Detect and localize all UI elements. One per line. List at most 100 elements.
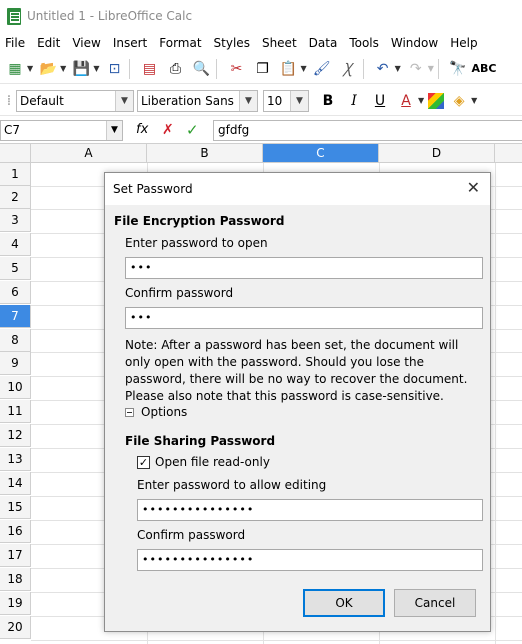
options-expander[interactable]: Options [125, 405, 187, 419]
find-replace-icon[interactable]: 🔭 [447, 58, 469, 80]
export-pdf-icon[interactable]: ▤ [138, 58, 160, 80]
name-box[interactable]: C7 ▼ [0, 120, 123, 141]
ok-button[interactable]: OK [303, 589, 385, 617]
cut-icon[interactable]: ✂ [225, 58, 247, 80]
paste-dropdown-icon[interactable]: ▼ [300, 64, 306, 73]
cancel-button[interactable]: Cancel [394, 589, 476, 617]
menu-view[interactable]: View [66, 36, 106, 50]
paragraph-style-value: Default [20, 93, 64, 108]
menu-edit[interactable]: Edit [31, 36, 66, 50]
menu-sheet[interactable]: Sheet [256, 36, 303, 50]
encryption-section-heading: File Encryption Password [114, 214, 285, 228]
row-header[interactable]: 6 [0, 281, 31, 304]
print-preview-icon[interactable]: 🔍 [190, 58, 212, 80]
column-header-c[interactable]: C [263, 144, 379, 163]
italic-icon[interactable]: I [343, 90, 365, 112]
calc-app-icon [7, 7, 21, 25]
grid-line [495, 163, 496, 644]
undo-dropdown-icon[interactable]: ▼ [395, 64, 401, 73]
column-header-d[interactable]: D [379, 144, 495, 163]
new-dropdown-icon[interactable]: ▼ [27, 64, 33, 73]
row-header[interactable]: 2 [0, 186, 31, 209]
function-wizard-icon[interactable]: fx [136, 122, 148, 137]
row-header[interactable]: 12 [0, 424, 31, 447]
row-header[interactable]: 14 [0, 472, 31, 495]
row-header[interactable]: 11 [0, 400, 31, 423]
row-header[interactable]: 9 [0, 352, 31, 375]
dialog-title: Set Password [113, 182, 193, 196]
row-header[interactable]: 20 [0, 616, 31, 639]
menu-window[interactable]: Window [385, 36, 444, 50]
collapse-icon[interactable] [125, 407, 134, 417]
row-header[interactable]: 10 [0, 376, 31, 399]
edit-confirm-password-field[interactable]: ••••••••••••••• [137, 549, 483, 571]
chevron-down-icon[interactable]: ▼ [290, 90, 308, 111]
copy-icon[interactable]: ❐ [251, 58, 273, 80]
menu-bar: File Edit View Insert Format Styles Shee… [0, 32, 522, 54]
undo-icon[interactable]: ↶ [372, 58, 394, 80]
clear-formatting-icon[interactable]: Ꭓ [337, 58, 359, 80]
paste-icon[interactable]: 📋 [277, 58, 299, 80]
row-header[interactable]: 19 [0, 592, 31, 615]
toolbar-separator [216, 58, 218, 79]
close-icon[interactable]: ✕ [467, 178, 480, 197]
confirm-password-field[interactable]: ••• [125, 307, 483, 329]
save-remote-icon[interactable]: ⊡ [103, 58, 125, 80]
read-only-checkbox[interactable]: ✓ Open file read-only [137, 455, 270, 469]
column-header-a[interactable]: A [31, 144, 147, 163]
paragraph-style-combo[interactable]: Default ▼ [16, 89, 134, 112]
redo-dropdown-icon[interactable]: ▼ [428, 64, 434, 73]
row-header[interactable]: 1 [0, 163, 31, 186]
spelling-icon[interactable]: ABC [471, 58, 496, 80]
font-color-dropdown-icon[interactable]: ▼ [418, 96, 424, 105]
select-all-corner[interactable] [0, 144, 31, 163]
accept-icon[interactable]: ✓ [186, 121, 199, 139]
background-color-icon[interactable]: ◈ [448, 90, 470, 112]
toolbar-separator [129, 58, 131, 79]
font-name-combo[interactable]: Liberation Sans ▼ [137, 89, 258, 112]
enter-password-field[interactable]: ••• [125, 257, 483, 279]
row-header-active[interactable]: 7 [0, 305, 31, 328]
open-folder-icon[interactable]: 📂 [37, 58, 59, 80]
menu-help[interactable]: Help [444, 36, 483, 50]
row-header[interactable]: 13 [0, 448, 31, 471]
open-dropdown-icon[interactable]: ▼ [60, 64, 66, 73]
column-header-b[interactable]: B [147, 144, 263, 163]
row-header[interactable]: 16 [0, 520, 31, 543]
font-size-combo[interactable]: 10 ▼ [263, 89, 309, 112]
menu-insert[interactable]: Insert [107, 36, 153, 50]
font-color-icon[interactable]: A [395, 90, 417, 112]
redo-icon[interactable]: ↷ [405, 58, 427, 80]
menu-format[interactable]: Format [153, 36, 207, 50]
menu-tools[interactable]: Tools [343, 36, 385, 50]
underline-icon[interactable]: U [369, 90, 391, 112]
clone-formatting-icon[interactable]: 🖌 [311, 58, 333, 80]
save-dropdown-icon[interactable]: ▼ [93, 64, 99, 73]
row-header[interactable]: 5 [0, 257, 31, 280]
sharing-section-heading: File Sharing Password [125, 434, 276, 448]
bold-icon[interactable]: B [317, 90, 339, 112]
row-header[interactable]: 17 [0, 544, 31, 567]
cancel-icon[interactable]: ✗ [162, 122, 174, 138]
confirm-password-label: Confirm password [125, 286, 234, 300]
formula-input[interactable]: gfdfg [213, 120, 522, 141]
checkmark-icon[interactable]: ✓ [137, 455, 150, 469]
menu-data[interactable]: Data [303, 36, 344, 50]
print-icon[interactable]: ⎙ [164, 58, 186, 80]
chevron-down-icon[interactable]: ▼ [239, 90, 257, 111]
new-document-icon[interactable]: ▦ [4, 58, 26, 80]
chevron-down-icon[interactable]: ▼ [115, 90, 133, 111]
row-header[interactable]: 18 [0, 568, 31, 591]
chevron-down-icon[interactable]: ▼ [106, 121, 122, 140]
column-header-e[interactable] [495, 144, 522, 163]
background-color-dropdown-icon[interactable]: ▼ [471, 96, 477, 105]
row-header[interactable]: 3 [0, 209, 31, 232]
menu-file[interactable]: File [0, 36, 31, 50]
menu-styles[interactable]: Styles [208, 36, 256, 50]
save-icon[interactable]: 💾 [70, 58, 92, 80]
row-header[interactable]: 15 [0, 496, 31, 519]
row-header[interactable]: 4 [0, 233, 31, 256]
highlight-color-icon[interactable] [428, 92, 445, 109]
row-header[interactable]: 8 [0, 329, 31, 352]
edit-password-field[interactable]: ••••••••••••••• [137, 499, 483, 521]
